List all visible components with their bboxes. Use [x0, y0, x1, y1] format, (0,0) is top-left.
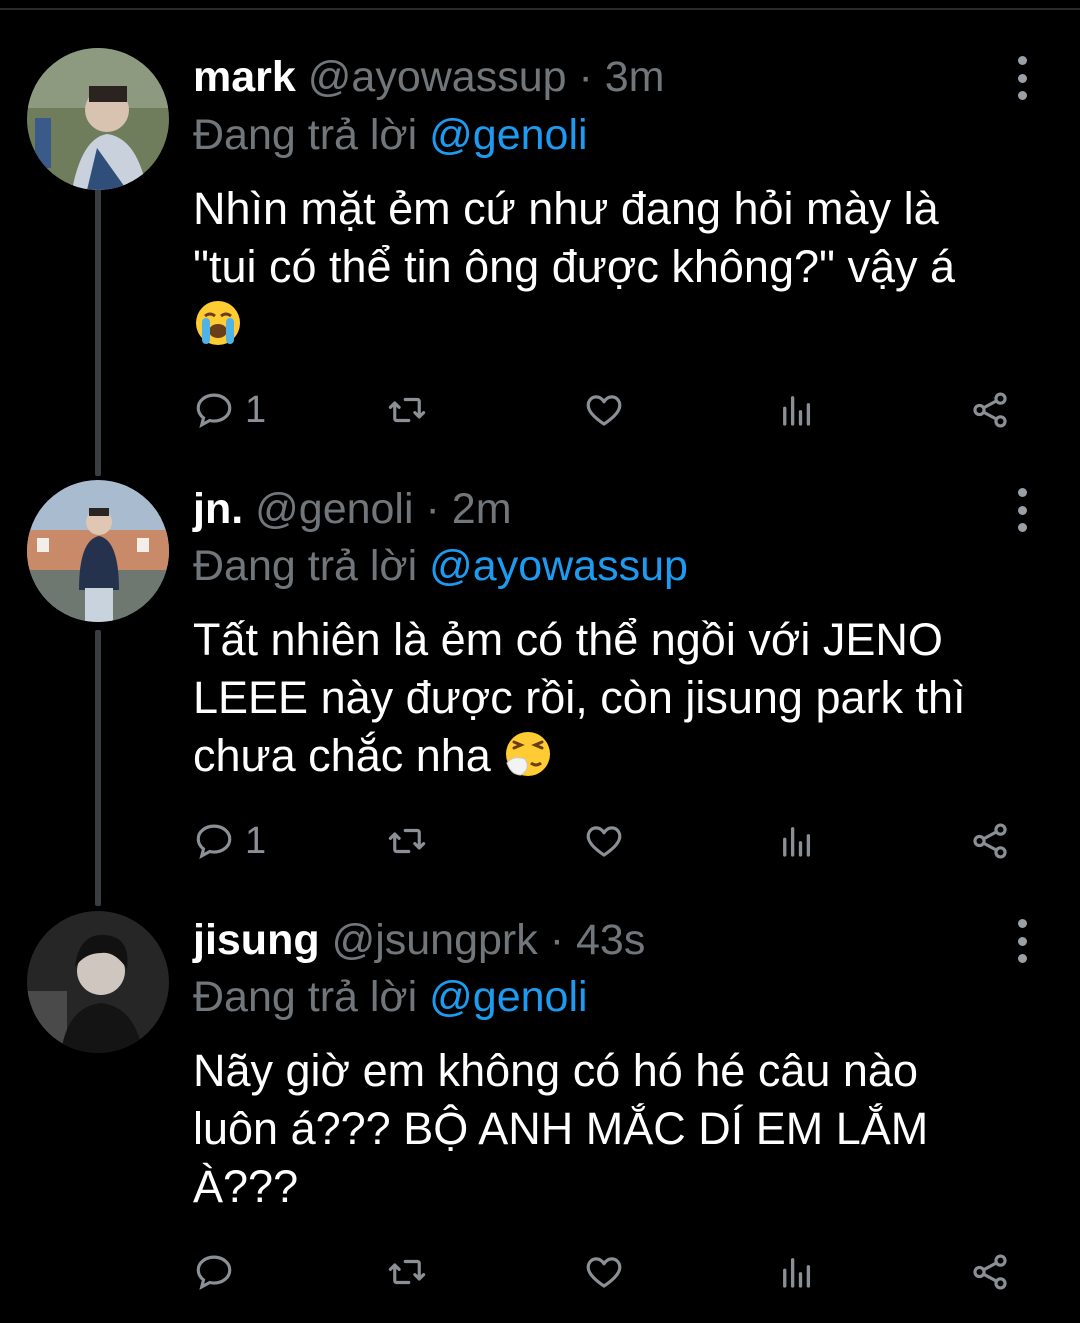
share-button[interactable] [969, 384, 1011, 436]
top-divider [0, 8, 1080, 10]
more-icon[interactable] [1010, 56, 1034, 100]
replying-to: Đang trả lời @genoli [193, 972, 588, 1022]
share-icon [973, 1254, 1007, 1290]
avatar[interactable] [27, 911, 169, 1053]
avatar[interactable] [27, 48, 169, 190]
tweet-text-line: Tất nhiên là ẻm có thể ngồi với JENO [193, 614, 943, 665]
retweet-button[interactable] [386, 384, 428, 436]
views-button[interactable] [776, 815, 818, 867]
tweet-header: jn. @genoli · 2m [193, 484, 512, 534]
views-icon [783, 827, 811, 857]
separator-dot: · [549, 916, 565, 964]
retweet-icon [388, 828, 426, 854]
share-icon [973, 392, 1007, 428]
tweet-text: Nhìn mặt ẻm cứ như đang hỏi mày là "tui … [193, 180, 1013, 354]
views-icon [783, 1258, 811, 1288]
tweet-text-line: chưa chắc nha [193, 727, 1013, 785]
avatar-image [27, 48, 169, 190]
views-icon [783, 396, 811, 426]
author-handle[interactable]: @genoli [255, 485, 413, 533]
separator-dot: · [578, 53, 593, 101]
reply-button[interactable] [193, 1246, 245, 1298]
reply-icon [196, 1255, 232, 1291]
reply-button[interactable]: 1 [193, 384, 266, 436]
reply-icon [196, 824, 232, 860]
tweet-header: jisung @jsungprk · 43s [193, 915, 645, 965]
like-icon [586, 826, 622, 857]
retweet-button[interactable] [386, 1246, 428, 1298]
tweet-text-line: Nhìn mặt ẻm cứ như đang hỏi mày là [193, 183, 939, 234]
tweet-text: Nãy giờ em không có hó hé câu nào luôn á… [193, 1042, 1013, 1216]
tweet-actions: 1 [193, 815, 1023, 867]
thread-connector [95, 178, 101, 476]
loudly-crying-face-icon [196, 301, 240, 345]
author-name[interactable]: jisung [193, 916, 320, 964]
thread-connector [95, 630, 101, 906]
more-icon[interactable] [1010, 919, 1034, 963]
replying-to-label: Đang trả lời [193, 973, 418, 1021]
replying-to: Đang trả lời @genoli [193, 110, 588, 160]
tweet-time[interactable]: 3m [605, 53, 665, 101]
tweet-text: Tất nhiên là ẻm có thể ngồi với JENO LEE… [193, 611, 1013, 785]
like-icon [586, 395, 622, 426]
sneezing-face-icon [506, 732, 551, 776]
tweet-actions: 1 [193, 384, 1023, 436]
reply-count: 1 [245, 388, 267, 431]
avatar-image [27, 480, 169, 622]
author-name[interactable]: mark [193, 53, 296, 101]
tweet-text-line: Nãy giờ em không có hó hé câu nào [193, 1045, 918, 1096]
reply-icon [196, 393, 232, 429]
replying-to: Đang trả lời @ayowassup [193, 541, 688, 591]
mention-link[interactable]: @genoli [429, 111, 587, 159]
reply-button[interactable]: 1 [193, 815, 266, 867]
share-button[interactable] [969, 815, 1011, 867]
retweet-icon [388, 1259, 426, 1285]
author-name[interactable]: jn. [193, 485, 243, 533]
mention-link[interactable]: @ayowassup [429, 542, 688, 590]
like-button[interactable] [583, 815, 625, 867]
tweet-text-line: luôn á??? BỘ ANH MẮC DÍ EM LẮM [193, 1103, 929, 1154]
tweet-text-segment: chưa chắc nha [193, 730, 491, 781]
views-button[interactable] [776, 384, 818, 436]
mention-link[interactable]: @genoli [429, 973, 587, 1021]
author-handle[interactable]: @ayowassup [308, 53, 567, 101]
views-button[interactable] [776, 1246, 818, 1298]
reply-count: 1 [245, 819, 267, 862]
avatar-image [27, 911, 169, 1053]
author-handle[interactable]: @jsungprk [332, 916, 538, 964]
tweet-time[interactable]: 2m [452, 485, 512, 533]
tweet-header: mark @ayowassup · 3m [193, 52, 665, 102]
replying-to-label: Đang trả lời [193, 111, 418, 159]
like-button[interactable] [583, 384, 625, 436]
avatar[interactable] [27, 480, 169, 622]
tweet-text-line [193, 296, 1013, 354]
tweet-time[interactable]: 43s [576, 916, 645, 964]
separator-dot: · [425, 485, 440, 533]
retweet-button[interactable] [386, 815, 428, 867]
replying-to-label: Đang trả lời [193, 542, 418, 590]
tweet-actions [193, 1246, 1023, 1298]
like-button[interactable] [583, 1246, 625, 1298]
like-icon [586, 1257, 622, 1288]
retweet-icon [388, 397, 426, 423]
tweet-text-line: À??? [193, 1161, 299, 1212]
more-icon[interactable] [1010, 488, 1034, 532]
share-icon [973, 823, 1007, 859]
share-button[interactable] [969, 1246, 1011, 1298]
tweet-text-line: "tui có thể tin ông được không?" vậy á [193, 241, 956, 292]
tweet-text-line: LEEE này được rồi, còn jisung park thì [193, 672, 966, 723]
